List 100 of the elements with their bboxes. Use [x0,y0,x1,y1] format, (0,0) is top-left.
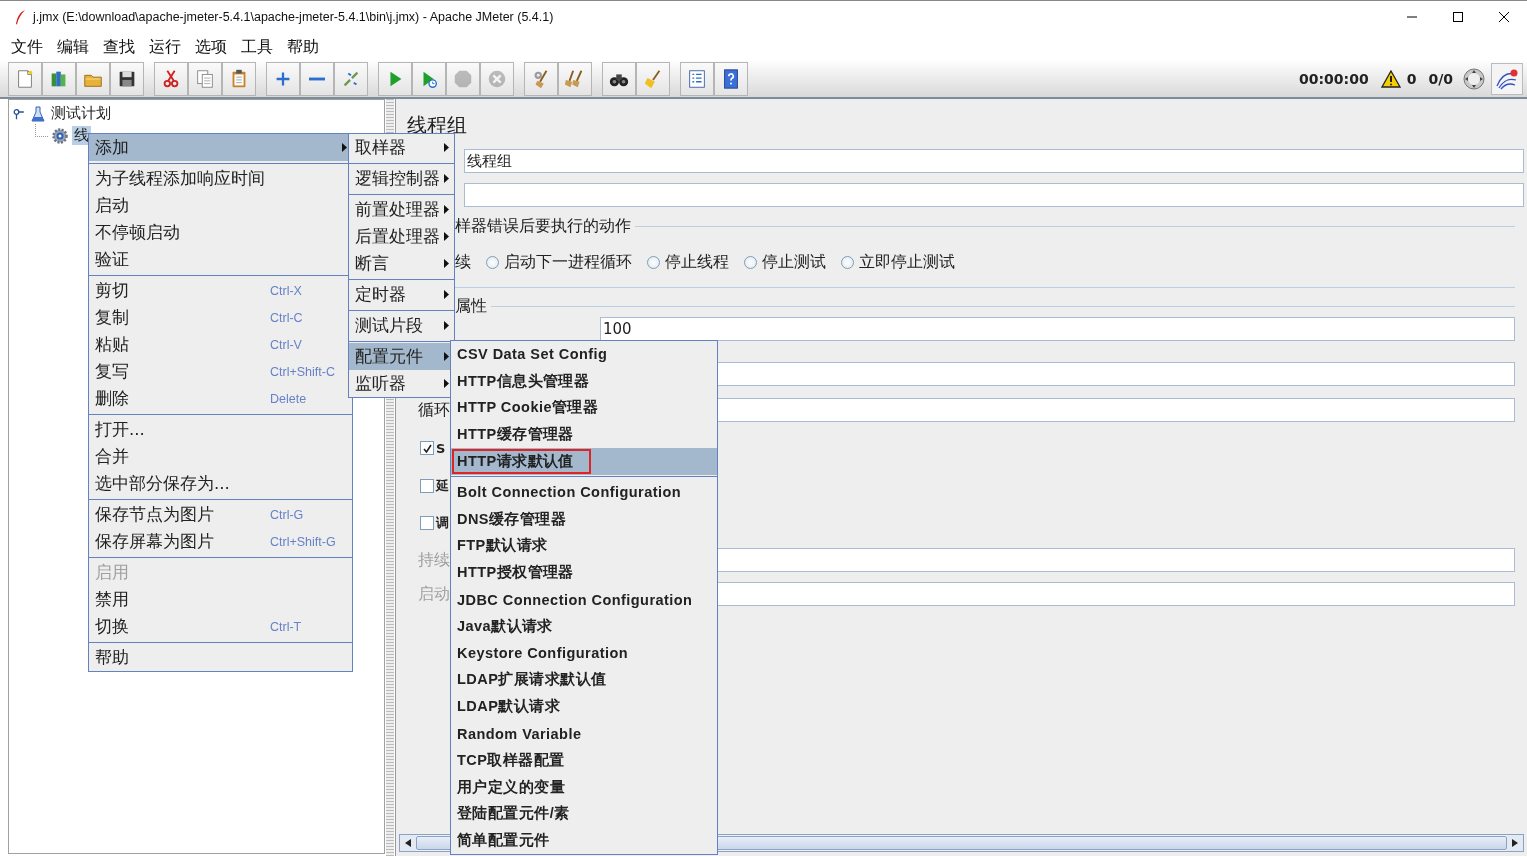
menu-item[interactable]: 测试片段 [349,312,454,339]
menu-item[interactable]: 取样器 [349,134,454,161]
menu-item[interactable]: FTP默认请求 [451,532,717,560]
menu-item[interactable]: 帮助 [89,644,352,671]
checkbox[interactable] [420,516,434,530]
checkbox-label: S [436,440,446,456]
menu-item[interactable]: 用户定义的变量 [451,773,717,801]
templates-button[interactable] [42,62,76,96]
radio-button[interactable] [647,255,660,269]
submenu-arrow-icon [444,143,449,152]
menu-item[interactable]: JDBC Connection Configuration [451,586,717,613]
toggle-button[interactable] [334,62,368,96]
group-heading: 属性 [455,295,487,317]
menubar-item[interactable]: 选项 [189,36,233,58]
menubar-item[interactable]: 查找 [97,36,141,58]
menu-item[interactable]: HTTP请求默认值 [451,448,717,475]
start-no-pause-button[interactable] [412,62,446,96]
menubar-item[interactable]: 运行 [143,36,187,58]
menu-item[interactable]: 不停顿启动 [89,219,352,246]
menu-item[interactable]: 复写 Ctrl+Shift-C [89,358,352,385]
menu-item[interactable]: DNS缓存管理器 [451,505,717,533]
save-button[interactable] [110,62,144,96]
menubar-item[interactable]: 编辑 [51,36,95,58]
gear-icon [52,127,68,144]
search-button[interactable] [602,62,636,96]
function-helper-button[interactable] [680,62,714,96]
menu-item[interactable]: LDAP扩展请求默认值 [451,666,717,694]
menu-item[interactable]: Keystore Configuration [451,639,717,667]
menu-item[interactable]: 粘贴 Ctrl-V [89,331,352,358]
copy-button[interactable] [188,62,222,96]
menu-item[interactable]: Bolt Connection Configuration [451,479,717,506]
copy-icon [194,68,216,90]
menu-item[interactable]: 后置处理器 [349,223,454,250]
menu-item[interactable]: 禁用 [89,586,352,613]
menu-item[interactable]: 复制 Ctrl-C [89,304,352,331]
menu-item[interactable]: 逻辑控制器 [349,165,454,192]
radio-label: 停止测试 [762,251,826,273]
warning-icon [1380,70,1401,88]
clear-all-button[interactable] [558,62,592,96]
new-button[interactable] [8,62,42,96]
menu-item[interactable]: CSV Data Set Config [451,341,717,368]
menu-item[interactable]: 选中部分保存为... [89,470,352,497]
thread-count: 0/0 [1428,71,1453,87]
menu-item[interactable]: 启动 [89,192,352,219]
shortcut-text: Ctrl-X [270,283,302,298]
menu-item[interactable]: 合并 [89,443,352,470]
menu-item[interactable]: 定时器 [349,281,454,308]
collapse-button[interactable] [300,62,334,96]
submenu-arrow-icon [444,205,449,214]
radio-button[interactable] [841,255,854,269]
cut-button[interactable] [154,62,188,96]
menu-item[interactable]: 保存屏幕为图片 Ctrl+Shift-G [89,528,352,555]
menu-item[interactable]: 登陆配置元件/素 [451,800,717,828]
radio-label: 停止线程 [665,251,729,273]
checkbox[interactable] [420,479,434,493]
comment-field[interactable] [464,183,1524,207]
logo-icon [1495,68,1519,90]
menu-item[interactable]: LDAP默认请求 [451,693,717,721]
menu-item[interactable]: 切换 Ctrl-T [89,613,352,640]
field-label: 循环 [418,399,450,419]
menu-item[interactable]: Random Variable [451,720,717,747]
menu-item[interactable]: 为子线程添加响应时间 [89,165,352,192]
menu-item[interactable]: 删除 Delete [89,385,352,412]
tree-item[interactable]: 测试计划 [49,104,113,123]
menu-item[interactable]: 验证 [89,246,352,273]
submenu-arrow-icon [444,232,449,241]
radio-button[interactable] [744,255,757,269]
menubar-item[interactable]: 工具 [235,36,279,58]
menu-item[interactable]: HTTP缓存管理器 [451,421,717,449]
menu-item[interactable]: 前置处理器 [349,196,454,223]
checkbox-label: 调 [436,514,449,532]
submenu-arrow-icon [444,352,449,361]
menu-item[interactable]: 简单配置元件 [451,827,717,855]
menu-item[interactable]: TCP取样器配置 [451,746,717,774]
elapsed-time: 00:00:00 [1299,71,1369,87]
menu-item[interactable]: 监听器 [349,370,454,397]
thread-count-field[interactable]: 100 [600,317,1515,341]
expand-button[interactable] [266,62,300,96]
menu-item[interactable]: 断言 [349,250,454,277]
start-button[interactable] [378,62,412,96]
menu-item[interactable]: HTTP信息头管理器 [451,367,717,395]
menubar-item[interactable]: 帮助 [281,36,325,58]
help-button[interactable] [714,62,748,96]
menu-item[interactable]: HTTP Cookie管理器 [451,394,717,422]
shortcut-text: Ctrl-V [270,337,302,352]
logo-button[interactable] [1491,63,1523,95]
shortcut-text: Ctrl-C [270,310,303,325]
shortcut-text: Ctrl+Shift-C [270,364,335,379]
checkbox[interactable] [420,441,434,455]
radio-button[interactable] [486,255,499,269]
menu-item[interactable]: Java默认请求 [451,612,717,640]
clear-button[interactable] [524,62,558,96]
menubar-item[interactable]: 文件 [5,36,49,58]
radio-label: 启动下一进程循环 [504,251,632,273]
menu-item[interactable]: 保存节点为图片 Ctrl-G [89,501,352,528]
paste-button[interactable] [222,62,256,96]
menu-item[interactable]: 打开... [89,416,352,443]
name-field[interactable]: 线程组 [464,149,1524,173]
menu-item[interactable]: HTTP授权管理器 [451,559,717,587]
menu-item[interactable]: 剪切 Ctrl-X [89,277,352,304]
